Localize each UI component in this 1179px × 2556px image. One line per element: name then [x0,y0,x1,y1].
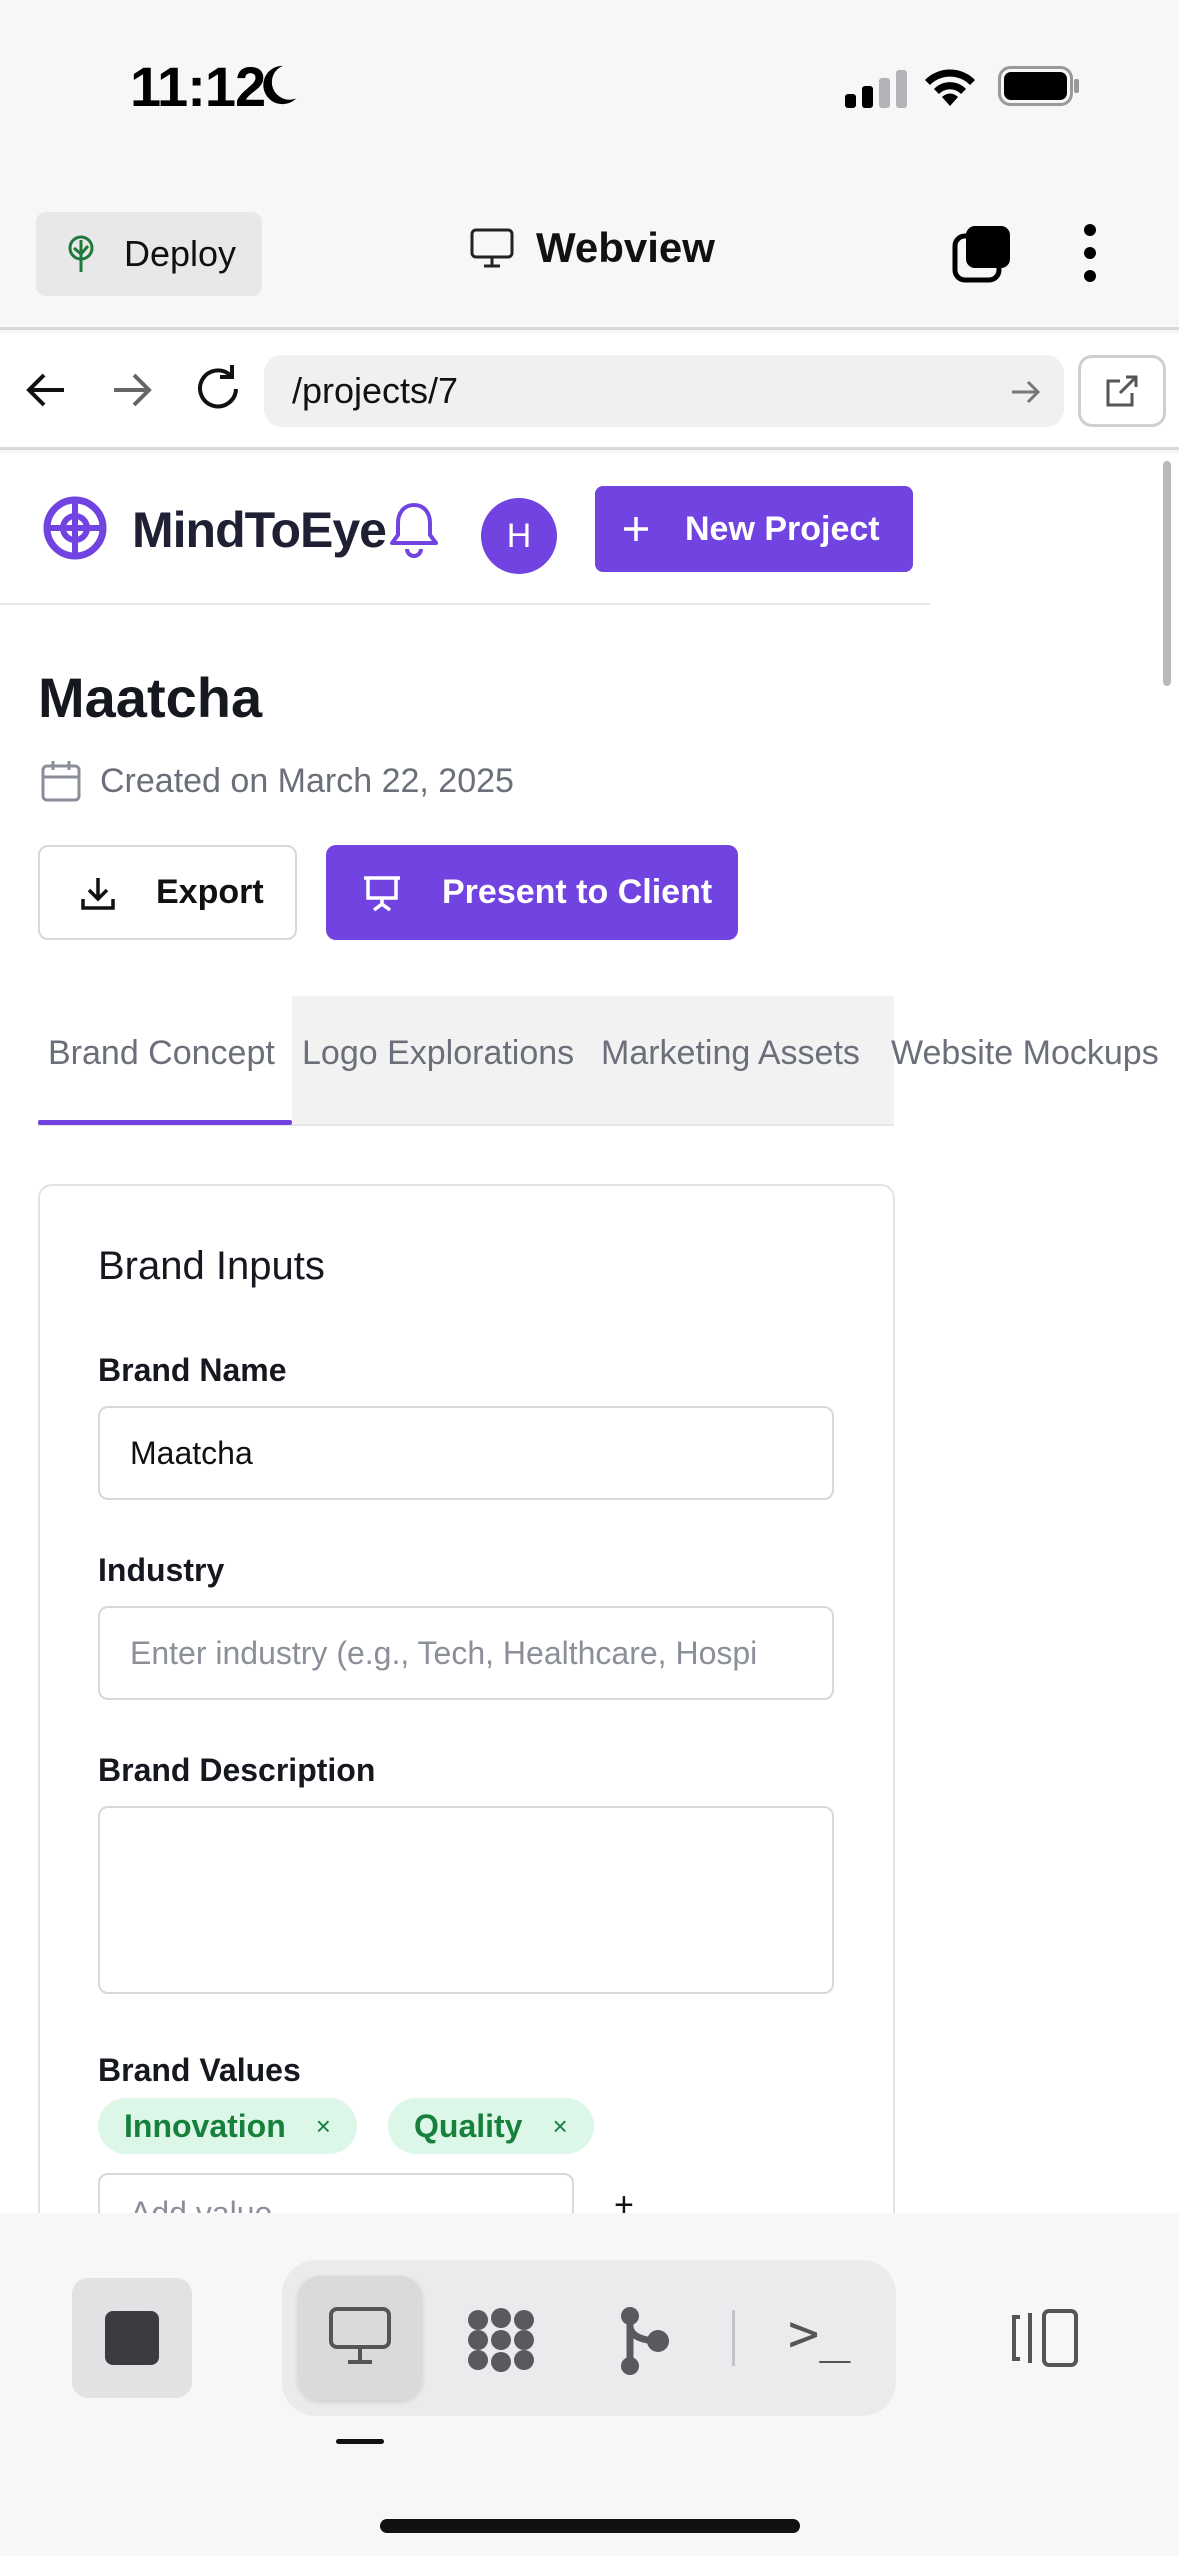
webview-title-text: Webview [536,224,715,271]
download-icon [81,877,115,910]
calendar-icon [41,761,81,802]
stop-icon [105,2311,159,2365]
site-navbar: MindToEye H New Project [0,453,930,605]
agents-icon[interactable] [464,2306,538,2374]
app-header: Deploy Webview [0,200,1179,330]
brand-name: MindToEye [132,502,387,558]
remove-tag-button[interactable]: × [552,2111,567,2142]
brand-name-label: Brand Name [98,1352,287,1388]
monitor-icon [329,2307,391,2364]
url-input[interactable]: /projects/7 [264,355,1064,427]
bell-icon[interactable] [388,499,440,559]
brand-description-label: Brand Description [98,1752,376,1788]
present-to-client-button[interactable]: Present to Client [326,845,738,940]
value-tag-innovation: Innovation × [98,2098,357,2154]
tabs-overview-icon[interactable] [952,224,1012,284]
view-switcher: >_ [282,2260,896,2416]
status-time: 11:12 [130,55,266,118]
webview-title: Webview [470,224,715,272]
brand-name-input[interactable]: Maatcha [98,1406,834,1500]
value-tag-quality: Quality × [388,2098,594,2154]
present-label: Present to Client [442,873,713,911]
tab-logo-explorations[interactable]: Logo Explorations [302,1034,574,1073]
avatar[interactable]: H [481,498,557,574]
presentation-icon [364,875,400,911]
industry-input[interactable]: Enter industry (e.g., Tech, Healthcare, … [98,1606,834,1700]
moon-icon [263,65,297,105]
battery-icon [998,66,1079,106]
bottom-toolbar: >_ [0,2213,1179,2556]
active-tab-underline [38,1120,292,1125]
open-external-button[interactable] [1078,355,1166,427]
terminal-icon[interactable]: >_ [788,2304,851,2364]
created-date: Created on March 22, 2025 [40,759,514,803]
web-content: MindToEye H New Project Maatcha Created … [0,453,1179,2213]
active-view-indicator [336,2439,384,2444]
deploy-label: Deploy [124,233,237,274]
logo-target-icon [43,496,107,560]
wifi-icon [925,69,975,106]
toolbar-divider [732,2310,735,2366]
more-vertical-icon[interactable] [1078,222,1102,284]
panel-toggle-icon[interactable] [1010,2307,1080,2369]
go-arrow-icon[interactable] [1008,375,1042,409]
created-date-text: Created on March 22, 2025 [100,761,514,800]
stop-button[interactable] [72,2278,192,2398]
new-project-button[interactable]: New Project [595,486,913,572]
external-link-icon [1106,375,1138,407]
export-button[interactable]: Export [38,845,297,940]
remove-tag-button[interactable]: × [316,2111,331,2142]
export-label: Export [156,873,264,911]
plus-icon [624,517,648,541]
tab-website-mockups[interactable]: Website Mockups [891,1034,1159,1073]
card-title: Brand Inputs [98,1244,325,1288]
url-row: /projects/7 [0,333,1179,450]
reload-icon[interactable] [192,363,244,415]
tab-brand-concept[interactable]: Brand Concept [48,1034,275,1073]
deploy-tree-icon [68,235,94,272]
brand-description-textarea[interactable] [98,1806,834,1994]
value-tag-label: Quality [414,2107,523,2144]
url-text: /projects/7 [292,370,459,411]
home-indicator [380,2519,800,2533]
deploy-button[interactable]: Deploy [36,212,262,296]
brand-values-label: Brand Values [98,2052,301,2088]
monitor-view-button[interactable] [298,2276,422,2400]
status-bar: 11:12 [0,0,1179,175]
signal-icon [845,70,907,108]
industry-label: Industry [98,1552,225,1588]
brand-inputs-card: Brand Inputs Brand Name Maatcha Industry… [38,1184,895,2213]
add-value-input[interactable]: Add value [98,2173,574,2213]
back-arrow-icon[interactable] [24,367,70,413]
monitor-icon [470,228,514,268]
add-value-button[interactable]: + [614,2186,634,2213]
project-tabs: Brand Concept Logo Explorations Marketin… [38,996,1159,1126]
tab-marketing-assets[interactable]: Marketing Assets [601,1034,860,1073]
scrollbar-thumb[interactable] [1163,461,1171,686]
branch-icon[interactable] [618,2306,672,2376]
forward-arrow-icon[interactable] [108,367,154,413]
page-title: Maatcha [38,666,263,729]
new-project-label: New Project [685,509,880,548]
value-tag-label: Innovation [124,2107,286,2144]
